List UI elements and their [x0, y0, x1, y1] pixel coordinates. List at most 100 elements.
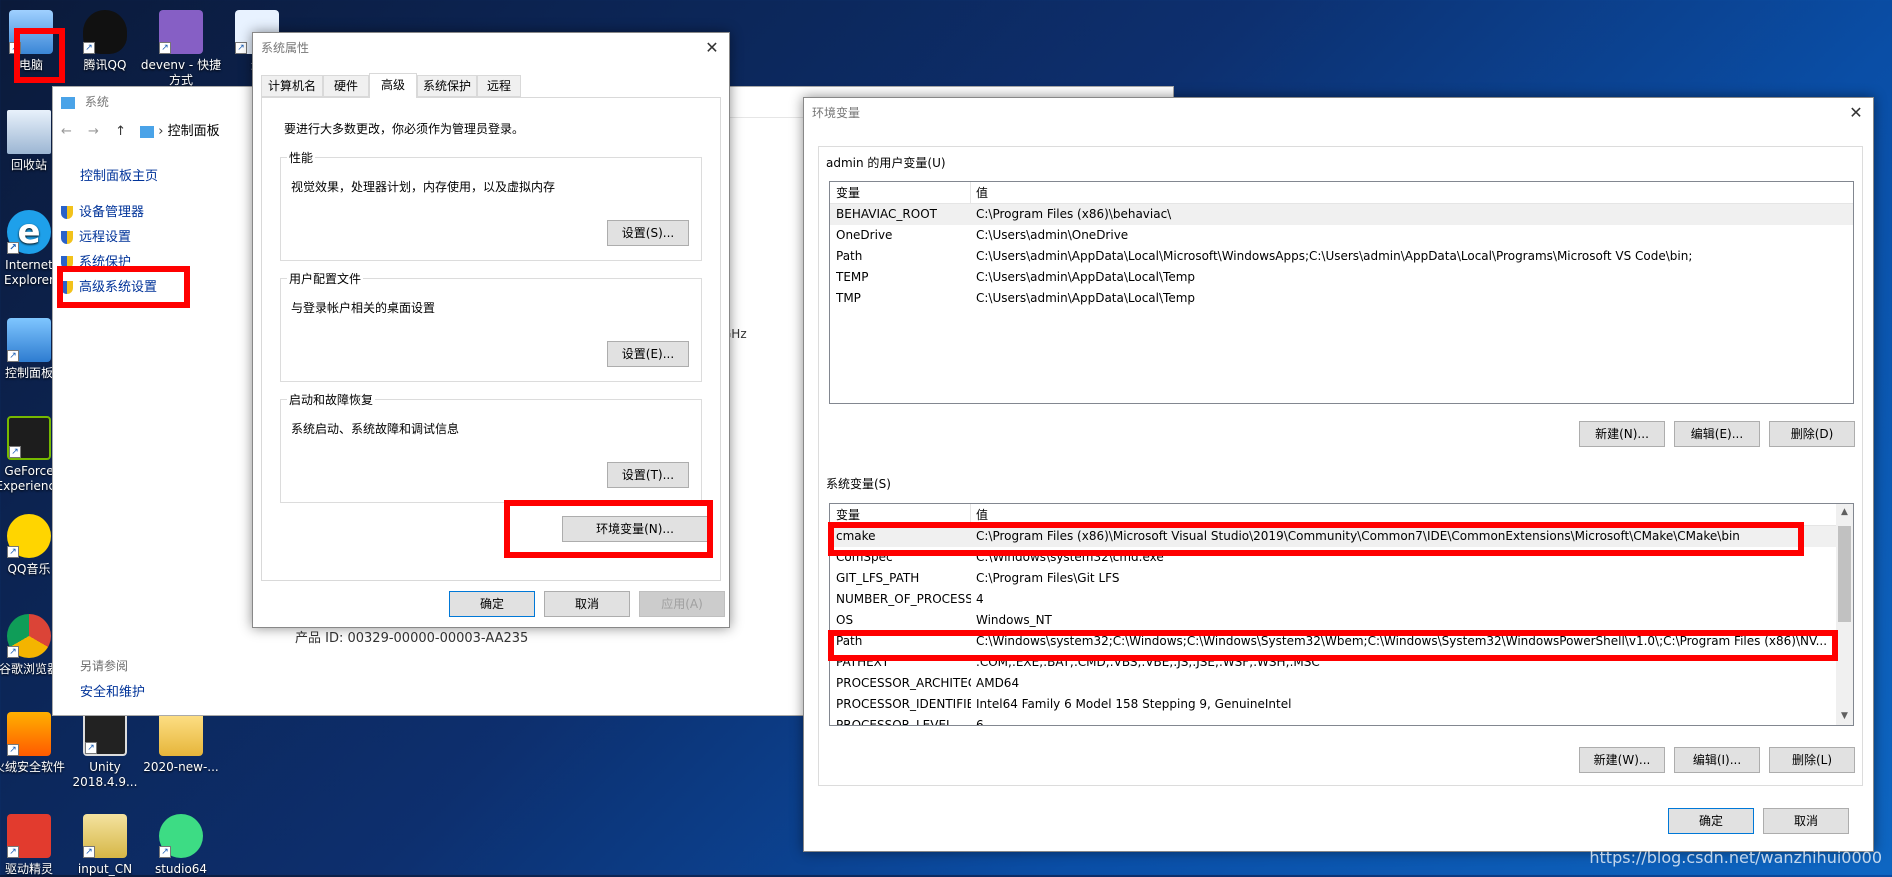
environment-variables-dialog: 环境变量 ✕ admin 的用户变量(U) 变量 值 BEHAVIAC_ROOT…	[803, 97, 1874, 852]
variable-name: OneDrive	[836, 228, 893, 242]
list-row[interactable]: PROCESSOR_ARCHITECT... AMD64	[830, 673, 1836, 694]
visual-studio-icon: ↗	[159, 10, 203, 54]
variable-value: 6	[976, 718, 984, 726]
list-row[interactable]: NUMBER_OF_PROCESSORS 4	[830, 589, 1836, 610]
qq-icon: ↗	[83, 10, 127, 54]
close-icon[interactable]: ✕	[1839, 98, 1873, 128]
column-header-variable[interactable]: 变量	[836, 504, 971, 526]
desktop-icon-label: 谷歌浏览器	[0, 662, 59, 676]
desktop-icon-qq[interactable]: ↗ 腾讯QQ	[62, 10, 148, 73]
user-delete-button[interactable]: 删除(D)	[1769, 421, 1855, 447]
variable-name: ComSpec	[836, 550, 893, 564]
list-row[interactable]: TEMP C:\Users\admin\AppData\Local\Temp	[830, 267, 1853, 288]
product-id: 产品 ID: 00329-00000-00003-AA235	[295, 631, 529, 646]
back-arrow-icon[interactable]: ←	[61, 124, 72, 139]
forward-arrow-icon[interactable]: →	[88, 124, 99, 139]
group-legend: 性能	[287, 149, 316, 166]
archive-icon: ↗	[83, 814, 127, 858]
profile-settings-button[interactable]: 设置(E)...	[607, 341, 689, 367]
nav-item-system-protection[interactable]: 系统保护	[61, 251, 131, 270]
list-row[interactable]: PATHEXT .COM;.EXE;.BAT;.CMD;.VBS;.VBE;.JS…	[830, 652, 1836, 673]
variable-name: PATHEXT	[836, 655, 890, 669]
control-panel-small-icon	[61, 96, 75, 109]
control-panel-icon	[140, 125, 155, 138]
list-row[interactable]: Path C:\Users\admin\AppData\Local\Microso…	[830, 246, 1853, 267]
nav-item-label: 高级系统设置	[79, 280, 158, 295]
list-row[interactable]: PROCESSOR_LEVEL 6	[830, 715, 1836, 726]
up-arrow-icon[interactable]: ↑	[115, 124, 126, 139]
scroll-thumb[interactable]	[1838, 526, 1851, 622]
user-new-button[interactable]: 新建(N)...	[1579, 421, 1665, 447]
list-row[interactable]: TMP C:\Users\admin\AppData\Local\Temp	[830, 288, 1853, 309]
tab-computer-name[interactable]: 计算机名	[261, 75, 323, 97]
driver-icon: ↗	[7, 814, 51, 858]
system-delete-button[interactable]: 删除(L)	[1769, 747, 1855, 773]
desktop-icon-label: QQ音乐	[7, 562, 51, 576]
desktop-icon-label: 驱动精灵	[4, 862, 53, 876]
column-header-value[interactable]: 值	[976, 182, 1847, 204]
list-row[interactable]: ComSpec C:\Windows\system32\cmd.exe	[830, 547, 1836, 568]
variable-name: TEMP	[836, 270, 869, 284]
this-pc-icon: ↗	[9, 10, 53, 54]
apply-button[interactable]: 应用(A)	[639, 591, 725, 617]
list-row[interactable]: OneDrive C:\Users\admin\OneDrive	[830, 225, 1853, 246]
watermark: https://blog.csdn.net/wanzhihui0000	[1589, 848, 1882, 867]
cancel-button[interactable]: 取消	[544, 591, 630, 617]
list-row[interactable]: PROCESSOR_IDENTIFIER Intel64 Family 6 Mod…	[830, 694, 1836, 715]
group-startup-recovery: 启动和故障恢复 系统启动、系统故障和调试信息 设置(T)...	[280, 391, 702, 503]
tab-system-protection[interactable]: 系统保护	[417, 75, 477, 97]
android-studio-icon: ↗	[159, 814, 203, 858]
tab-strip: 计算机名 硬件 高级 系统保护 远程	[261, 73, 721, 98]
variable-value: C:\Program Files\Git LFS	[976, 571, 1120, 585]
scroll-down-icon[interactable]: ▼	[1836, 708, 1853, 725]
ok-button[interactable]: 确定	[449, 591, 535, 617]
shield-icon	[61, 256, 73, 269]
list-row[interactable]: GIT_LFS_PATH C:\Program Files\Git LFS	[830, 568, 1836, 589]
tab-remote[interactable]: 远程	[477, 75, 521, 97]
list-row[interactable]: BEHAVIAC_ROOT C:\Program Files (x86)\beha…	[830, 204, 1853, 225]
variable-value: C:\Users\admin\AppData\Local\Microsoft\W…	[976, 249, 1693, 263]
system-new-button[interactable]: 新建(W)...	[1579, 747, 1665, 773]
variable-value: C:\Program Files (x86)\behaviac\	[976, 207, 1172, 221]
startup-settings-button[interactable]: 设置(T)...	[607, 462, 689, 488]
system-vars-scrollbar[interactable]: ▲ ▼	[1836, 504, 1853, 725]
env-cancel-button[interactable]: 取消	[1763, 808, 1849, 834]
env-ok-button[interactable]: 确定	[1668, 808, 1754, 834]
system-edit-button[interactable]: 编辑(I)...	[1674, 747, 1760, 773]
security-maintenance-link[interactable]: 安全和维护	[80, 681, 145, 700]
admin-note: 要进行大多数更改，你必须作为管理员登录。	[284, 122, 525, 136]
variable-value: C:\Users\admin\AppData\Local\Temp	[976, 270, 1196, 284]
desktop-icon-unity[interactable]: ↗ Unity 2018.4.9...	[62, 712, 148, 790]
desktop-icon-label: Unity 2018.4.9...	[72, 760, 138, 789]
environment-variables-button[interactable]: 环境变量(N)...	[562, 516, 708, 542]
control-panel-home-link[interactable]: 控制面板主页	[80, 165, 158, 184]
system-vars-list[interactable]: 变量 值 cmake C:\Program Files (x86)\Microso…	[829, 503, 1854, 726]
shield-icon	[61, 281, 73, 294]
column-header-variable[interactable]: 变量	[836, 182, 971, 204]
column-header-value[interactable]: 值	[976, 504, 1847, 526]
nav-item-advanced-system-settings[interactable]: 高级系统设置	[61, 276, 157, 295]
nav-item-device-manager[interactable]: 设备管理器	[61, 201, 144, 220]
user-vars-list[interactable]: 变量 值 BEHAVIAC_ROOT C:\Program Files (x86)…	[829, 181, 1854, 404]
performance-settings-button[interactable]: 设置(S)...	[607, 220, 689, 246]
desktop-icon-label: 2020-new-...	[143, 760, 219, 774]
desktop-icon-input[interactable]: ↗ input_CN	[62, 814, 148, 877]
list-row[interactable]: Path C:\Windows\system32;C:\Windows;C:\Wi…	[830, 631, 1836, 652]
control-panel-icon: ↗	[7, 318, 51, 362]
variable-name: NUMBER_OF_PROCESSORS	[836, 592, 971, 606]
nav-item-remote-settings[interactable]: 远程设置	[61, 226, 131, 245]
desktop-icon-devenv[interactable]: ↗ devenv - 快捷方式	[138, 10, 224, 88]
scroll-up-icon[interactable]: ▲	[1836, 504, 1853, 521]
list-row[interactable]: cmake C:\Program Files (x86)\Microsoft Vi…	[830, 526, 1836, 547]
tab-advanced[interactable]: 高级	[369, 73, 417, 98]
folder-icon	[159, 712, 203, 756]
desktop-icon-folder[interactable]: 2020-new-...	[138, 712, 224, 775]
group-user-profiles: 用户配置文件 与登录帐户相关的桌面设置 设置(E)...	[280, 270, 702, 382]
tab-hardware[interactable]: 硬件	[323, 75, 369, 97]
list-row[interactable]: OS Windows_NT	[830, 610, 1836, 631]
variable-name: Path	[836, 634, 863, 648]
desktop-icon-studio[interactable]: ↗ studio64	[138, 814, 224, 877]
breadcrumb[interactable]: 控制面板	[168, 124, 220, 139]
close-icon[interactable]: ✕	[695, 33, 729, 63]
user-edit-button[interactable]: 编辑(E)...	[1674, 421, 1760, 447]
